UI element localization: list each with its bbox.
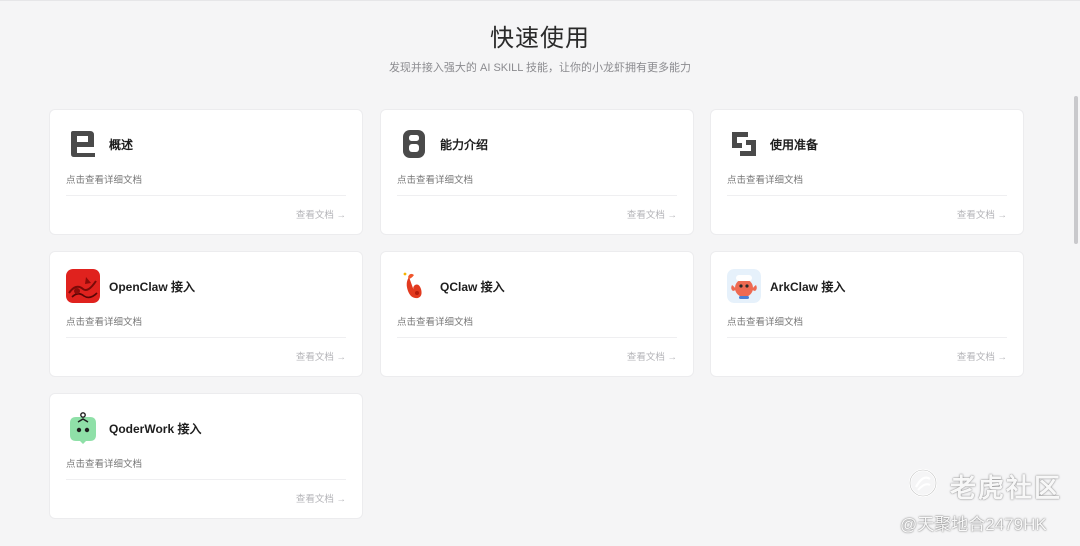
card-description: 点击查看详细文档 bbox=[66, 459, 143, 470]
card-divider bbox=[66, 337, 346, 338]
page-subtitle: 发现并接入强大的 AI SKILL 技能，让你的小龙虾拥有更多能力 bbox=[388, 62, 692, 74]
top-divider bbox=[0, 0, 1080, 1]
preparation-icon bbox=[727, 127, 761, 161]
card-description: 点击查看详细文档 bbox=[727, 175, 804, 186]
card-divider bbox=[66, 479, 346, 480]
card-title: 使用准备 bbox=[770, 138, 819, 152]
arkclaw-logo-icon bbox=[727, 269, 761, 303]
card-preparation[interactable]: 使用准备 点击查看详细文档 查看文档 → bbox=[710, 109, 1024, 235]
card-title: 概述 bbox=[109, 138, 134, 152]
card-qoderwork[interactable]: QoderWork 接入 点击查看详细文档 查看文档 → bbox=[49, 393, 363, 519]
card-capabilities[interactable]: 能力介绍 点击查看详细文档 查看文档 → bbox=[380, 109, 694, 235]
card-description: 点击查看详细文档 bbox=[66, 175, 143, 186]
vertical-scrollbar[interactable] bbox=[1074, 96, 1078, 244]
view-docs-link[interactable]: 查看文档 → bbox=[296, 207, 346, 221]
card-title: QoderWork 接入 bbox=[109, 422, 202, 436]
overview-icon bbox=[66, 127, 100, 161]
card-description: 点击查看详细文档 bbox=[397, 175, 474, 186]
card-overview[interactable]: 概述 点击查看详细文档 查看文档 → bbox=[49, 109, 363, 235]
openclaw-logo-icon bbox=[66, 269, 100, 303]
view-docs-link[interactable]: 查看文档 → bbox=[627, 207, 677, 221]
card-title: 能力介绍 bbox=[440, 138, 489, 152]
watermark-user: @天聚地合2479HK bbox=[900, 515, 1047, 534]
view-docs-link[interactable]: 查看文档 → bbox=[296, 349, 346, 363]
tiger-community-logo-icon bbox=[908, 468, 938, 498]
card-divider bbox=[397, 195, 677, 196]
card-divider bbox=[727, 195, 1007, 196]
view-docs-link[interactable]: 查看文档 → bbox=[957, 349, 1007, 363]
watermark-brand: 老虎社区 bbox=[950, 473, 1063, 503]
view-docs-link[interactable]: 查看文档 → bbox=[296, 491, 346, 505]
quick-start-page: 快速使用 发现并接入强大的 AI SKILL 技能，让你的小龙虾拥有更多能力 概… bbox=[0, 0, 1080, 546]
page-title: 快速使用 bbox=[490, 25, 590, 52]
card-openclaw[interactable]: OpenClaw 接入 点击查看详细文档 查看文档 → bbox=[49, 251, 363, 377]
card-divider bbox=[66, 195, 346, 196]
view-docs-link[interactable]: 查看文档 → bbox=[627, 349, 677, 363]
card-description: 点击查看详细文档 bbox=[66, 317, 143, 328]
card-title: QClaw 接入 bbox=[440, 280, 505, 294]
watermark: 老虎社区 @天聚地合2479HK bbox=[900, 466, 1066, 536]
capability-icon bbox=[397, 127, 431, 161]
card-title: ArkClaw 接入 bbox=[770, 280, 846, 294]
card-arkclaw[interactable]: ArkClaw 接入 点击查看详细文档 查看文档 → bbox=[710, 251, 1024, 377]
card-description: 点击查看详细文档 bbox=[397, 317, 474, 328]
card-description: 点击查看详细文档 bbox=[727, 317, 804, 328]
card-divider bbox=[397, 337, 677, 338]
qclaw-logo-icon bbox=[397, 269, 431, 303]
card-qclaw[interactable]: QClaw 接入 点击查看详细文档 查看文档 → bbox=[380, 251, 694, 377]
card-divider bbox=[727, 337, 1007, 338]
card-title: OpenClaw 接入 bbox=[109, 280, 196, 294]
view-docs-link[interactable]: 查看文档 → bbox=[957, 207, 1007, 221]
qoderwork-logo-icon bbox=[66, 411, 100, 445]
